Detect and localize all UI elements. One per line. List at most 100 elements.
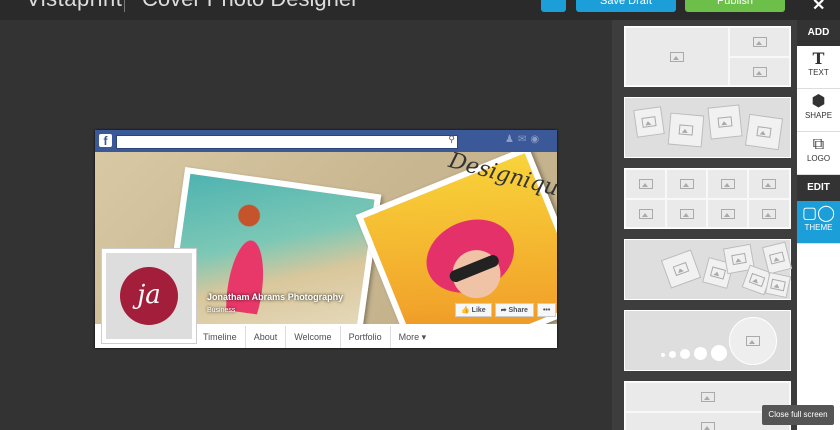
brand-logo: Vistaprint <box>26 0 122 12</box>
layout-option-4[interactable] <box>624 239 793 300</box>
layout-tile <box>764 271 792 299</box>
add-text-button[interactable]: T TEXT <box>797 46 840 89</box>
facebook-action-buttons: 👍 Like ➦ Share ••• <box>455 303 557 317</box>
profile-picture[interactable]: ja <box>101 248 197 344</box>
nav-timeline: Timeline <box>195 326 246 348</box>
image-placeholder-icon <box>717 116 733 128</box>
profile-logo: ja <box>120 267 178 325</box>
add-section-header: ADD <box>797 20 840 46</box>
nav-welcome: Welcome <box>286 326 341 348</box>
nav-about: About <box>246 326 287 348</box>
settings-button[interactable] <box>541 0 566 12</box>
layout-dot <box>680 349 690 359</box>
top-bar: Vistaprint Cover Photo Designer Save Dra… <box>0 0 840 20</box>
logo-tool-label: LOGO <box>806 154 831 163</box>
add-shape-button[interactable]: ⬢ SHAPE <box>797 89 840 132</box>
close-full-screen-tooltip[interactable]: Close full screen <box>762 405 834 425</box>
layout-cell <box>625 169 666 199</box>
edit-section-header: EDIT <box>797 175 840 201</box>
image-placeholder-icon <box>700 421 715 430</box>
layout-cell <box>625 27 729 86</box>
more-options-button: ••• <box>536 303 557 317</box>
profile-picture-inner: ja <box>106 253 192 339</box>
add-logo-button[interactable]: ⧉ LOGO <box>797 132 840 175</box>
image-placeholder-icon <box>731 252 747 266</box>
image-placeholder-icon <box>762 179 776 189</box>
facebook-cover-preview: f ⚲ ♟✉◉ Designique ja Jonatham Abrams Ph… <box>95 130 557 348</box>
image-placeholder-icon <box>638 179 653 189</box>
layout-dot <box>711 345 727 361</box>
text-tool-label: TEXT <box>808 68 829 77</box>
image-placeholder-icon <box>752 66 767 77</box>
layout-option-2[interactable] <box>624 97 791 158</box>
image-placeholder-icon <box>762 208 776 219</box>
image-placeholder-icon <box>638 208 653 219</box>
image-placeholder-icon <box>679 208 694 219</box>
image-placeholder-icon <box>679 179 694 189</box>
image-placeholder-icon <box>678 124 694 136</box>
layout-circle <box>729 317 777 365</box>
image-placeholder-icon <box>746 336 760 346</box>
layout-thumbnail-panel[interactable] <box>612 20 797 430</box>
layout-cell <box>748 199 790 228</box>
image-placeholder-icon <box>672 261 690 277</box>
text-icon: T <box>812 49 825 68</box>
image-placeholder-icon <box>752 37 767 47</box>
layout-dot <box>669 351 676 358</box>
facebook-header-bar: f ⚲ ♟✉◉ <box>95 130 557 152</box>
image-placeholder-icon <box>709 266 727 280</box>
layout-tile <box>660 249 702 289</box>
search-icon: ⚲ <box>448 134 455 144</box>
layout-cell <box>666 169 707 199</box>
publish-button[interactable]: Publish <box>685 0 785 12</box>
layout-tile <box>744 113 784 151</box>
image-placeholder-icon <box>770 278 786 292</box>
page-name: Jonatham Abrams Photography <box>207 292 344 302</box>
app-title: Cover Photo Designer <box>142 0 358 12</box>
facebook-logo-icon: f <box>99 134 112 148</box>
share-button: ➦ Share <box>494 303 534 317</box>
tool-strip: ADD T TEXT ⬢ SHAPE ⧉ LOGO EDIT ▢◯ THEME <box>797 20 840 430</box>
image-placeholder-icon <box>756 126 772 138</box>
shape-tool-label: SHAPE <box>804 111 833 120</box>
nav-more: More ▾ <box>398 332 427 342</box>
layout-cell <box>729 57 790 86</box>
image-placeholder-icon <box>700 392 715 402</box>
cube-icon: ⬢ <box>811 93 826 110</box>
facebook-notification-icons: ♟✉◉ <box>505 134 544 145</box>
image-placeholder-icon <box>768 251 786 265</box>
close-icon[interactable]: ✕ <box>812 0 825 15</box>
facebook-search-field: ⚲ <box>116 134 458 149</box>
layout-dot <box>694 347 707 360</box>
layout-tile <box>667 112 705 148</box>
logo-icon: ⧉ <box>812 136 825 153</box>
layout-cell <box>625 199 666 228</box>
layout-option-3[interactable] <box>624 168 791 229</box>
layout-cell <box>748 169 790 199</box>
image-placeholder-icon <box>670 51 684 62</box>
like-label: Like <box>471 307 486 314</box>
layout-cell <box>666 199 707 228</box>
theme-button[interactable]: ▢◯ THEME <box>797 201 840 244</box>
theme-tool-label: THEME <box>804 223 833 232</box>
layout-dot <box>661 353 665 357</box>
image-placeholder-icon <box>720 179 735 189</box>
layout-option-1[interactable] <box>624 26 791 87</box>
layout-cell <box>707 169 748 199</box>
image-placeholder-icon <box>641 116 657 128</box>
title-separator <box>124 0 125 12</box>
like-button: 👍 Like <box>455 303 492 317</box>
layout-tile <box>633 106 665 138</box>
image-placeholder-icon <box>748 272 766 288</box>
nav-portfolio: Portfolio <box>341 326 391 348</box>
image-placeholder-icon <box>720 208 735 219</box>
layout-cell <box>729 27 790 57</box>
share-label: Share <box>508 307 528 314</box>
layout-cell <box>707 199 748 228</box>
layout-tile <box>707 104 743 140</box>
layout-option-5[interactable] <box>624 310 791 371</box>
page-category: Business <box>207 307 236 314</box>
save-draft-button[interactable]: Save Draft <box>576 0 676 12</box>
layout-tile <box>761 241 793 275</box>
facebook-page-nav: Timeline About Welcome Portfolio More ▾ <box>195 326 434 348</box>
